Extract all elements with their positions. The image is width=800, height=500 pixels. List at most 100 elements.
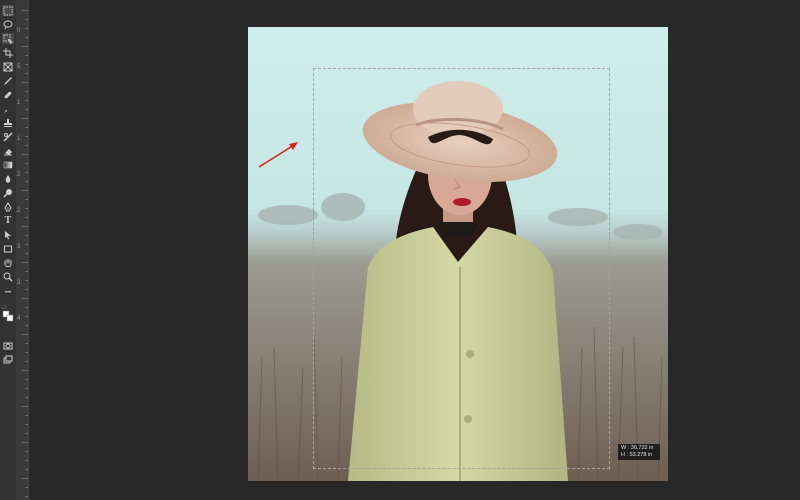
lasso-icon: [3, 20, 13, 29]
ruler-tick: [22, 154, 28, 155]
ellipsis-icon: •••: [4, 289, 12, 296]
ruler-tick: [25, 307, 28, 308]
history-brush-tool[interactable]: [2, 131, 14, 142]
ruler-tick: [25, 163, 28, 164]
ruler-label: 1: [17, 100, 21, 106]
ruler-tick: [25, 271, 28, 272]
clone-stamp-icon: [4, 118, 12, 127]
ruler-tick: [25, 181, 28, 182]
ruler-tick: [25, 424, 28, 425]
color-swatches[interactable]: [2, 305, 14, 325]
lasso-tool[interactable]: [2, 19, 14, 30]
more-tools[interactable]: •••: [2, 287, 14, 298]
brush-icon: [4, 104, 12, 113]
eraser-icon: [4, 148, 12, 155]
ruler-tick: [22, 118, 28, 119]
ruler-tick: [25, 469, 28, 470]
rectangle-icon: [4, 245, 12, 252]
zoom-icon: [3, 272, 13, 282]
screen-mode[interactable]: [2, 354, 14, 365]
dodge-icon: [3, 188, 12, 198]
brush-tool[interactable]: [2, 103, 14, 114]
blur-tool[interactable]: [2, 173, 14, 184]
ruler-tick: [25, 451, 28, 452]
healing-brush-icon: [4, 91, 12, 98]
ruler-tick: [25, 388, 28, 389]
ruler-tick: [25, 64, 28, 65]
ruler-tick: [25, 397, 28, 398]
type-tool[interactable]: T: [2, 215, 14, 226]
ruler-tick: [25, 496, 28, 497]
marquee-tool[interactable]: [2, 5, 14, 16]
ruler-tick: [25, 199, 28, 200]
selection-size-tooltip: W : 36.722 in H : 53.278 in: [618, 444, 660, 460]
hand-tool[interactable]: [2, 257, 14, 268]
crop-icon: [3, 47, 13, 58]
ruler-tick: [25, 55, 28, 56]
width-value: 36.722 in: [630, 445, 654, 451]
pen-tool[interactable]: [2, 201, 14, 212]
rectangle-tool[interactable]: [2, 243, 14, 254]
quick-mask-icon: [3, 342, 13, 349]
clone-stamp-tool[interactable]: [2, 117, 14, 128]
ruler-tick: [22, 370, 28, 371]
ruler-tick: [25, 415, 28, 416]
ruler-tick: [22, 478, 28, 479]
ruler-tick: [22, 442, 28, 443]
eraser-tool[interactable]: [2, 145, 14, 156]
eyedropper-tool[interactable]: [2, 75, 14, 86]
ruler-tick: [22, 226, 28, 227]
ruler-tick: [25, 19, 28, 20]
ruler-label: 5: [17, 64, 21, 70]
zoom-tool[interactable]: [2, 271, 14, 282]
ruler-tick: [22, 262, 28, 263]
ruler-tick: [22, 298, 28, 299]
ruler-tick: [25, 136, 28, 137]
ruler-tick: [25, 109, 28, 110]
annotation-arrow: [258, 142, 298, 168]
selection-marquee[interactable]: [313, 68, 610, 469]
blur-icon: [5, 174, 11, 183]
ruler-label: 3: [17, 244, 21, 250]
marquee-icon: [3, 6, 13, 15]
ruler-tick: [25, 235, 28, 236]
ruler-tick: [25, 100, 28, 101]
type-icon: T: [4, 214, 12, 226]
ruler-label: 4: [17, 316, 21, 322]
ruler-tick: [25, 91, 28, 92]
frame-tool[interactable]: [2, 61, 14, 72]
ruler-tick: [22, 10, 28, 11]
ruler-tick: [25, 460, 28, 461]
object-select-icon: [3, 34, 13, 44]
swatch-icon: [2, 305, 14, 322]
ruler-tick: [25, 343, 28, 344]
hand-icon: [4, 258, 12, 267]
ruler-tick: [25, 280, 28, 281]
ruler-tick: [25, 217, 28, 218]
dodge-tool[interactable]: [2, 187, 14, 198]
gradient-tool[interactable]: [2, 159, 14, 170]
healing-brush-tool[interactable]: [2, 89, 14, 100]
ruler-tick: [25, 208, 28, 209]
ruler-tick: [25, 172, 28, 173]
ruler-label: 3: [17, 280, 21, 286]
ruler-tick: [25, 73, 28, 74]
ruler-tick: [25, 352, 28, 353]
crop-tool[interactable]: [2, 47, 14, 58]
pen-icon: [4, 201, 12, 211]
ruler-tick: [22, 82, 28, 83]
width-readout: W : 36.722 in: [621, 445, 657, 452]
object-select-tool[interactable]: [2, 33, 14, 44]
ruler-label: 0: [17, 28, 21, 34]
height-value: 53.278 in: [629, 452, 653, 458]
path-select-tool[interactable]: [2, 229, 14, 240]
ruler-tick: [25, 253, 28, 254]
quick-mask[interactable]: [2, 340, 14, 351]
ruler-label: 1: [17, 136, 21, 142]
ruler-tick: [22, 334, 28, 335]
ruler-tick: [25, 487, 28, 488]
ruler-tick: [25, 289, 28, 290]
tools-panel: T •••: [0, 0, 16, 500]
ruler-tick: [22, 406, 28, 407]
ruler-tick: [25, 28, 28, 29]
